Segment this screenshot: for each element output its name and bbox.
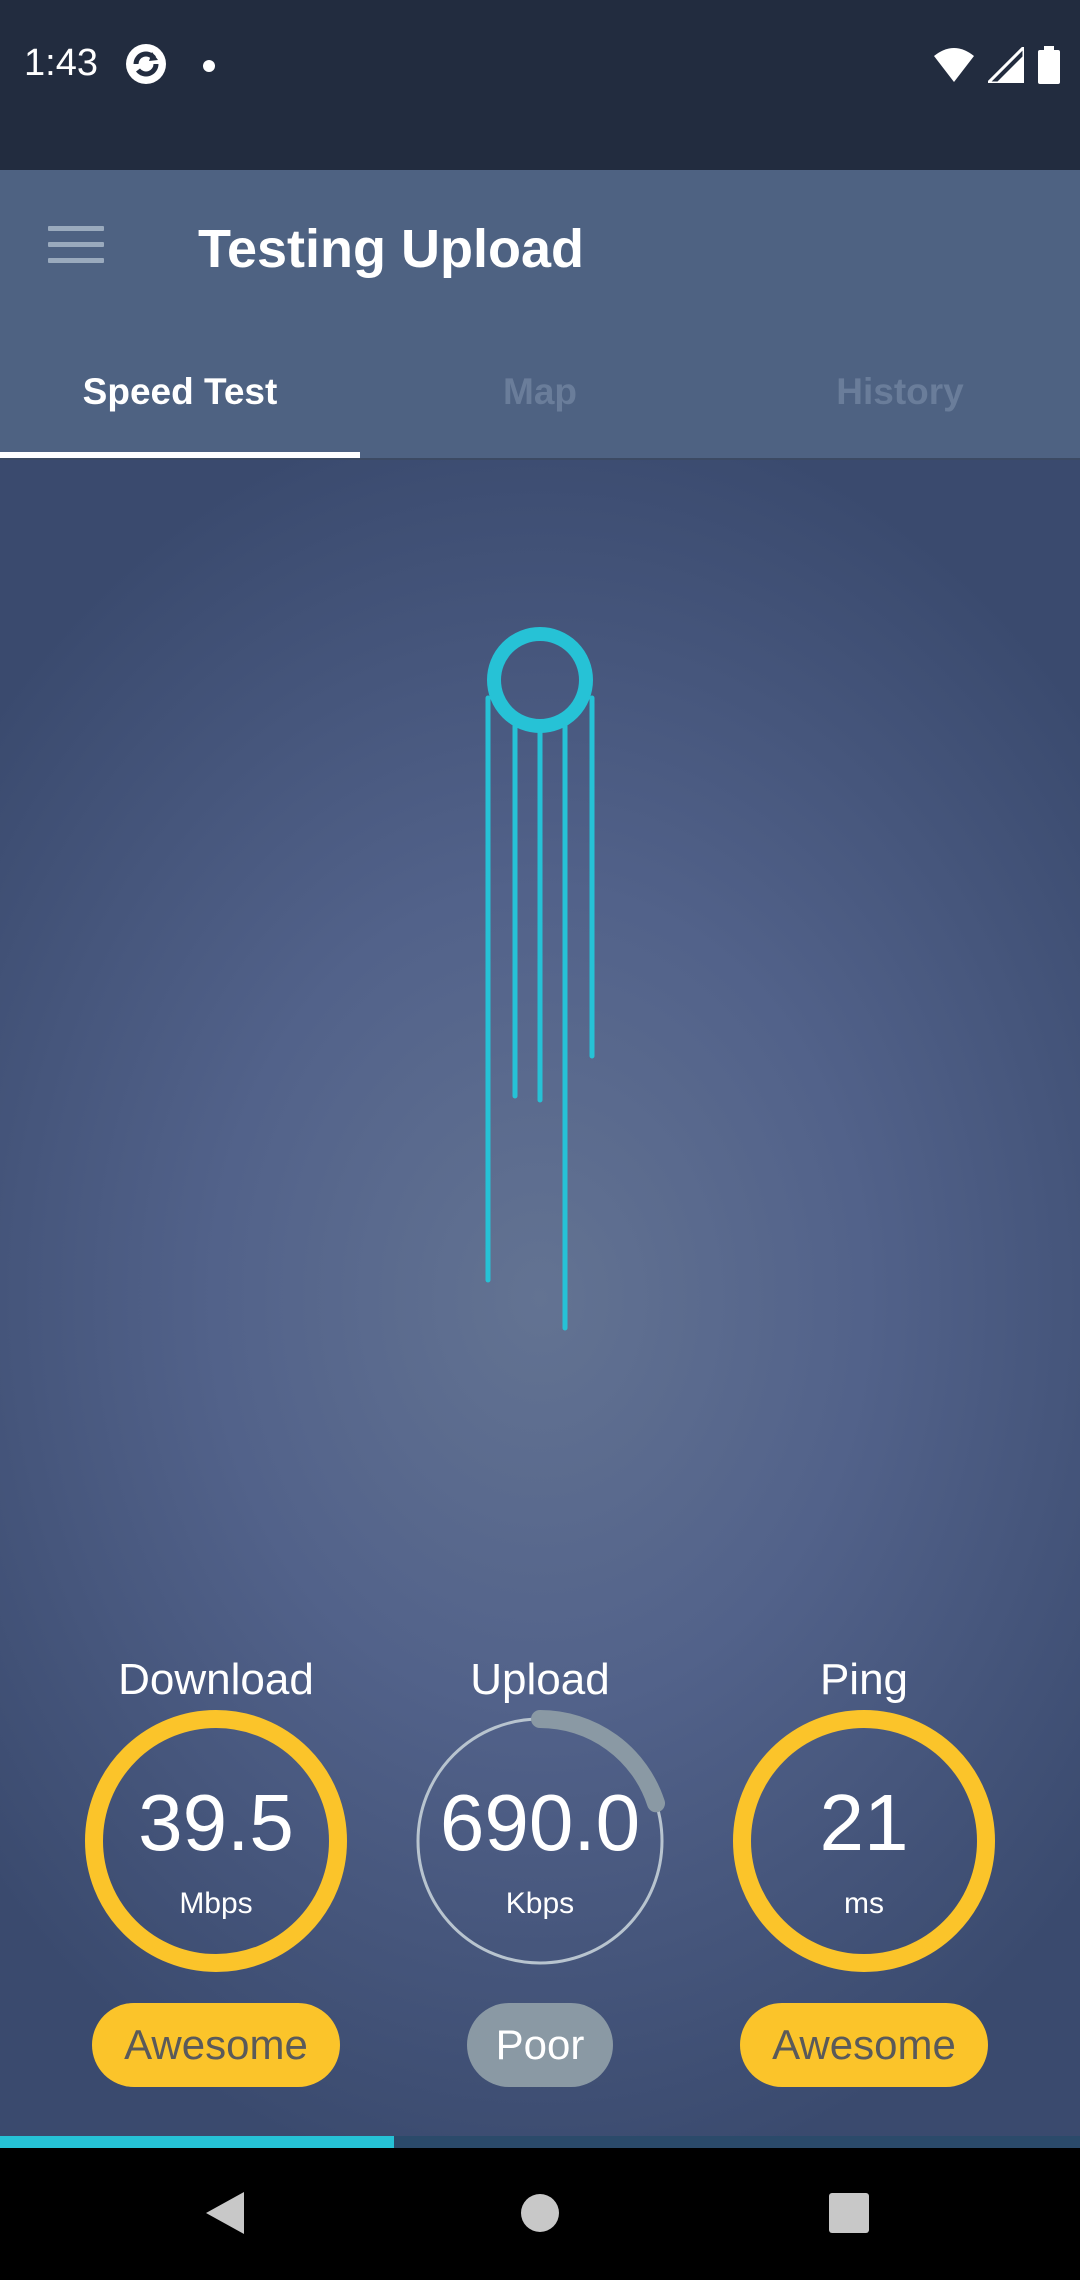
home-icon[interactable] (519, 2192, 561, 2234)
upload-title: Upload (470, 1655, 610, 1704)
wifi-icon (934, 48, 974, 82)
hamburger-menu-icon[interactable] (48, 226, 104, 266)
upload-rating-badge: Poor (467, 2003, 613, 2087)
download-title: Download (118, 1655, 314, 1704)
tab-bar: Speed Test Map History (0, 350, 1080, 460)
ping-metric: Ping 21 ms Awesome (714, 1655, 1014, 2095)
download-rating-badge: Awesome (92, 2003, 340, 2087)
test-progress-fill (0, 2136, 395, 2148)
cell-signal-icon (988, 47, 1024, 83)
ping-title: Ping (819, 1655, 909, 1704)
test-progress-bar (0, 2136, 1080, 2148)
recents-icon[interactable] (828, 2192, 870, 2234)
upload-unit: Kbps (505, 1887, 575, 1920)
download-unit: Mbps (179, 1887, 253, 1920)
status-icons (934, 46, 1060, 84)
back-icon[interactable] (204, 2190, 248, 2236)
download-value: 39.5 (138, 1778, 294, 1867)
tab-history[interactable]: History (720, 350, 1080, 460)
ping-rating-badge: Awesome (740, 2003, 988, 2087)
ping-value: 21 (819, 1778, 909, 1867)
battery-icon (1038, 46, 1060, 84)
status-bar: 1:43 (0, 0, 1080, 170)
upload-rocket-icon (485, 627, 595, 1331)
sync-app-icon (126, 44, 166, 84)
status-time: 1:43 (24, 42, 98, 84)
page-title: Testing Upload (198, 219, 584, 279)
download-metric: Download 39.5 Mbps Awesome (66, 1655, 366, 2095)
system-nav-bar (0, 2148, 1080, 2280)
upload-metric: Upload 690.0 Kbps Poor (390, 1655, 690, 2095)
upload-value: 690.0 (439, 1778, 641, 1867)
notification-dot (203, 60, 215, 72)
ping-unit: ms (844, 1887, 884, 1920)
tab-map[interactable]: Map (360, 350, 720, 460)
tab-speed-test[interactable]: Speed Test (0, 350, 360, 460)
